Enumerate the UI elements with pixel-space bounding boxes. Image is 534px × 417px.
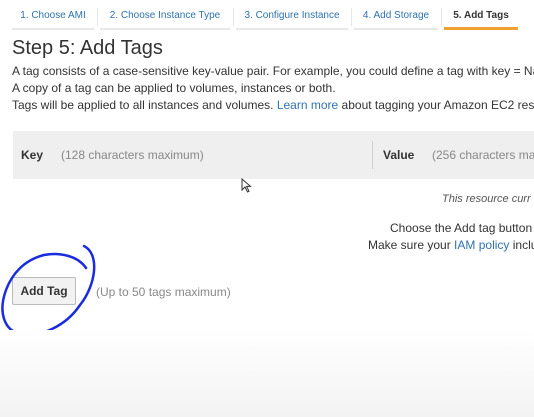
key-column-hint: (128 characters maximum): [61, 148, 204, 162]
description-line-1: A tag consists of a case-sensitive key-v…: [12, 64, 534, 78]
tags-table-header: Key (128 characters maximum) Value (256 …: [13, 131, 534, 179]
value-column-hint: (256 characters max: [432, 148, 534, 162]
step-configure-instance[interactable]: 3. Configure Instance: [236, 2, 348, 30]
step-divider: [441, 8, 442, 26]
column-divider: [372, 141, 373, 169]
iam-policy-message: Make sure your IAM policy inclu: [368, 238, 534, 252]
step-add-storage[interactable]: 4. Add Storage: [354, 2, 438, 30]
learn-more-link[interactable]: Learn more: [277, 98, 338, 112]
choose-add-tag-message: Choose the Add tag button c: [390, 221, 534, 235]
description-line-3: Tags will be applied to all instances an…: [12, 98, 534, 112]
description-line-2: A copy of a tag can be applied to volume…: [12, 81, 336, 95]
wizard-steps: 1. Choose AMI 2. Choose Instance Type 3.…: [0, 0, 534, 32]
step-choose-instance-type[interactable]: 2. Choose Instance Type: [100, 2, 230, 30]
step-divider: [351, 8, 352, 26]
key-column-header: Key: [21, 148, 44, 162]
mouse-cursor-icon: [241, 178, 252, 193]
description-text: Tags will be applied to all instances an…: [12, 98, 274, 112]
iam-policy-link[interactable]: IAM policy: [454, 238, 509, 252]
step-add-tags[interactable]: 5. Add Tags: [444, 2, 518, 30]
description-text: about tagging your Amazon EC2 resour: [341, 98, 534, 112]
page-footer-area: [0, 330, 534, 417]
resource-note: This resource curr: [442, 193, 531, 205]
step-divider: [233, 8, 234, 26]
page-title: Step 5: Add Tags: [12, 37, 163, 59]
step-divider: [97, 8, 98, 26]
iam-text: Make sure your: [368, 238, 451, 252]
iam-text: inclu: [512, 238, 534, 252]
add-tag-limit-hint: (Up to 50 tags maximum): [96, 285, 231, 299]
step-choose-ami[interactable]: 1. Choose AMI: [12, 2, 94, 30]
value-column-header: Value: [383, 148, 415, 162]
